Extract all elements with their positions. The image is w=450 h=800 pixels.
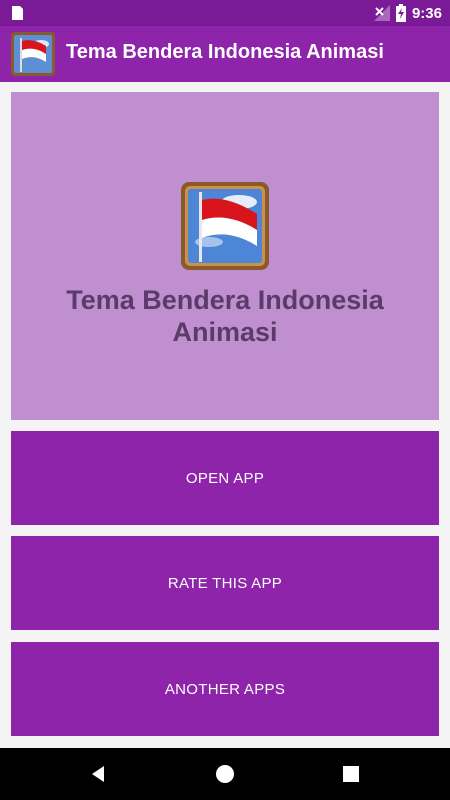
hero-title: Tema Bendera Indonesia Animasi — [66, 285, 384, 347]
indonesia-flag-icon — [181, 182, 269, 270]
status-bar: 9:36 — [0, 0, 450, 26]
open-app-button[interactable]: OPEN APP — [11, 431, 439, 525]
content-area: Tema Bendera Indonesia Animasi OPEN APP … — [0, 82, 450, 748]
another-apps-button[interactable]: ANOTHER APPS — [11, 642, 439, 736]
status-icons: 9:36 — [373, 3, 442, 23]
sim-card-icon — [12, 6, 23, 20]
navigation-bar — [0, 748, 450, 800]
app-bar: Tema Bendera Indonesia Animasi — [0, 26, 450, 82]
app-title: Tema Bendera Indonesia Animasi — [66, 41, 384, 63]
rate-app-button[interactable]: RATE THIS APP — [11, 536, 439, 630]
hero-card: Tema Bendera Indonesia Animasi — [11, 92, 439, 420]
no-signal-icon — [373, 5, 390, 21]
status-time: 9:36 — [411, 4, 442, 22]
back-icon[interactable] — [86, 762, 110, 786]
recents-icon[interactable] — [339, 762, 363, 786]
home-icon[interactable] — [213, 762, 237, 786]
battery-charging-icon — [395, 4, 406, 22]
indonesia-flag-icon — [11, 32, 55, 76]
